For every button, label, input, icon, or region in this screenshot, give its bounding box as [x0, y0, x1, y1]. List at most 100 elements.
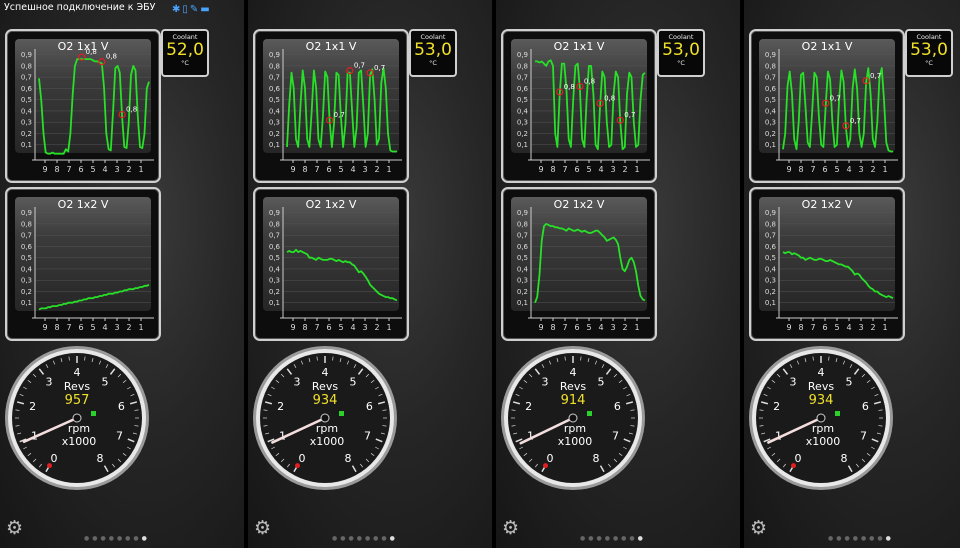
coolant-temp-widget[interactable]: Coolant 52,0 °C: [161, 29, 209, 77]
gauge-tick-label: 5: [846, 376, 853, 389]
gauge-label: Revs: [808, 380, 834, 393]
y-tick-label: 0,9: [765, 209, 776, 217]
gear-icon[interactable]: ⚙: [254, 518, 274, 538]
gauge-tick-label: 3: [45, 376, 52, 389]
y-tick-label: 0,5: [517, 96, 528, 104]
y-tick-label: 0,2: [269, 288, 280, 296]
sensor-voltage-line: [286, 67, 397, 153]
chart-svg: 0,9 0,8 0,7 0,6 0,5 0,4 0,3 0,2 0,1 9 8 7 6 5 4 3 2 1 0,8 0…: [517, 49, 650, 174]
y-tick-label: 0,4: [269, 107, 281, 115]
x-tick-label: 6: [822, 165, 827, 174]
x-tick-label: 6: [574, 165, 579, 174]
peak-marker-label: 0,8: [564, 83, 575, 91]
x-tick-label: 9: [538, 165, 543, 174]
x-tick-label: 6: [326, 165, 331, 174]
x-tick-label: 8: [302, 165, 307, 174]
y-tick-label: 0,1: [21, 141, 32, 149]
x-tick-label: 4: [350, 165, 355, 174]
gear-icon[interactable]: ⚙: [6, 518, 26, 538]
y-tick-label: 0,2: [765, 288, 776, 296]
o2-sensor-2-chart[interactable]: O2 1x2 V 0,9 0,8 0,7 0,6 0,5 0,4 0,3 0,2 0,1 9 8 7 6 5…: [253, 187, 409, 341]
y-tick-label: 0,4: [21, 265, 33, 273]
y-tick-label: 0,9: [517, 209, 528, 217]
page-indicator[interactable]: ●●●●●●●●: [580, 535, 646, 542]
gauge-tick-label: 3: [541, 376, 548, 389]
gauge-tick-label: 4: [818, 366, 825, 379]
y-tick-label: 0,2: [765, 130, 776, 138]
peak-marker-label: 0,8: [86, 48, 97, 56]
y-tick-label: 0,8: [269, 62, 280, 70]
gear-icon[interactable]: ⚙: [750, 518, 770, 538]
y-tick-label: 0,3: [269, 277, 280, 285]
y-tick-label: 0,9: [765, 51, 776, 59]
y-tick-label: 0,4: [269, 265, 281, 273]
y-tick-label: 0,3: [269, 119, 280, 127]
gauge-tick-label: 7: [612, 430, 619, 443]
peak-marker-label: 0,7: [830, 94, 841, 102]
gauge-tick-label: 2: [773, 400, 780, 413]
x-tick-label: 9: [42, 323, 47, 332]
y-tick-label: 0,6: [517, 85, 529, 93]
x-tick-label: 4: [350, 323, 355, 332]
gauge-tick-label: 4: [322, 366, 329, 379]
coolant-value: 53,0: [662, 40, 700, 60]
gauge-unit: rpm: [316, 422, 338, 435]
gauge-unit-scale: x1000: [310, 435, 345, 448]
x-tick-label: 9: [538, 323, 543, 332]
o2-sensor-1-chart[interactable]: O2 1x1 V 0,9 0,8 0,7 0,6 0,5 0,4 0,3 0,2 0,1 9 8 7 6 5…: [253, 29, 409, 183]
y-tick-label: 0,7: [765, 232, 776, 240]
gauge-tick-label: 6: [366, 400, 373, 413]
page-indicator[interactable]: ●●●●●●●●: [332, 535, 398, 542]
coolant-temp-widget[interactable]: Coolant 53,0 °C: [905, 29, 953, 77]
y-tick-label: 0,5: [21, 254, 32, 262]
chart-svg: 0,9 0,8 0,7 0,6 0,5 0,4 0,3 0,2 0,1 9 8 7 6 5 4 3 2 1: [269, 207, 402, 332]
gauge-status-indicator: [339, 411, 344, 416]
dashboard-screen: O2 1x1 V 0,9 0,8 0,7 0,6 0,5 0,4 0,3 0,2 0,1 9 8 7 6 5…: [0, 0, 244, 548]
y-tick-label: 0,1: [269, 299, 280, 307]
peak-marker-label: 0,8: [584, 77, 595, 85]
gauge-tick-label: 2: [277, 400, 284, 413]
y-tick-label: 0,7: [21, 74, 32, 82]
x-tick-label: 8: [550, 323, 555, 332]
gear-icon[interactable]: ⚙: [502, 518, 522, 538]
gauge-hub: [320, 413, 330, 423]
coolant-temp-widget[interactable]: Coolant 53,0 °C: [657, 29, 705, 77]
rpm-gauge[interactable]: 0 1 2 3 4 5 6 7 8 Revs 934 rpm x1000: [251, 344, 399, 492]
x-tick-label: 2: [374, 323, 379, 332]
x-tick-label: 6: [78, 165, 83, 174]
coolant-temp-widget[interactable]: Coolant 53,0 °C: [409, 29, 457, 77]
rpm-gauge[interactable]: 0 1 2 3 4 5 6 7 8 Revs 914 rpm x1000: [499, 344, 647, 492]
peak-marker-label: 0,8: [106, 53, 117, 61]
y-tick-label: 0,7: [21, 232, 32, 240]
chart-svg: 0,9 0,8 0,7 0,6 0,5 0,4 0,3 0,2 0,1 9 8 7 6 5 4 3 2 1 0,7 0…: [765, 49, 898, 174]
gauge-tick-label: 2: [525, 400, 532, 413]
x-tick-label: 4: [102, 165, 107, 174]
dashboard-screen: O2 1x1 V 0,9 0,8 0,7 0,6 0,5 0,4 0,3 0,2 0,1 9 8 7 6 5…: [744, 0, 960, 548]
rpm-gauge[interactable]: 012345678Revs957rpmx1000: [3, 344, 151, 492]
rpm-gauge[interactable]: 0 1 2 3 4 5 6 7 8 Revs 934 rpm x1000: [747, 344, 895, 492]
y-tick-label: 0,9: [269, 51, 280, 59]
y-tick-label: 0,4: [517, 107, 529, 115]
gauge-hub: [816, 413, 826, 423]
peak-marker-label: 0,7: [354, 62, 365, 70]
o2-sensor-2-chart[interactable]: O2 1x2 V 0,9 0,8 0,7 0,6 0,5 0,4 0,3 0,2 0,1 9 8 7 6 5…: [5, 187, 161, 341]
gauge-tick-label: 6: [862, 400, 869, 413]
gauge-tick-label: 8: [593, 452, 600, 465]
o2-sensor-1-chart[interactable]: O2 1x1 V 0,9 0,8 0,7 0,6 0,5 0,4 0,3 0,2 0,1 9 8 7 6 5…: [501, 29, 657, 183]
x-tick-label: 5: [834, 323, 839, 332]
o2-sensor-1-chart[interactable]: O2 1x1 V 0,9 0,8 0,7 0,6 0,5 0,4 0,3 0,2 0,1 9 8 7 6 5…: [5, 29, 161, 183]
x-tick-label: 7: [810, 323, 815, 332]
x-tick-label: 2: [870, 323, 875, 332]
x-tick-label: 1: [882, 165, 887, 174]
x-tick-label: 5: [90, 165, 95, 174]
o2-sensor-1-chart[interactable]: O2 1x1 V 0,9 0,8 0,7 0,6 0,5 0,4 0,3 0,2 0,1 9 8 7 6 5…: [749, 29, 905, 183]
x-tick-label: 5: [586, 165, 591, 174]
y-tick-label: 0,6: [517, 243, 529, 251]
o2-sensor-2-chart[interactable]: O2 1x2 V 0,9 0,8 0,7 0,6 0,5 0,4 0,3 0,2 0,1 9 8 7 6 5…: [749, 187, 905, 341]
y-tick-label: 0,7: [765, 74, 776, 82]
page-indicator[interactable]: ●●●●●●●●: [828, 535, 894, 542]
page-indicator[interactable]: ●●●●●●●●: [84, 535, 150, 542]
o2-sensor-2-chart[interactable]: O2 1x2 V 0,9 0,8 0,7 0,6 0,5 0,4 0,3 0,2 0,1 9 8 7 6 5…: [501, 187, 657, 341]
pen-icon: ✎: [189, 4, 201, 15]
x-tick-label: 8: [54, 323, 59, 332]
